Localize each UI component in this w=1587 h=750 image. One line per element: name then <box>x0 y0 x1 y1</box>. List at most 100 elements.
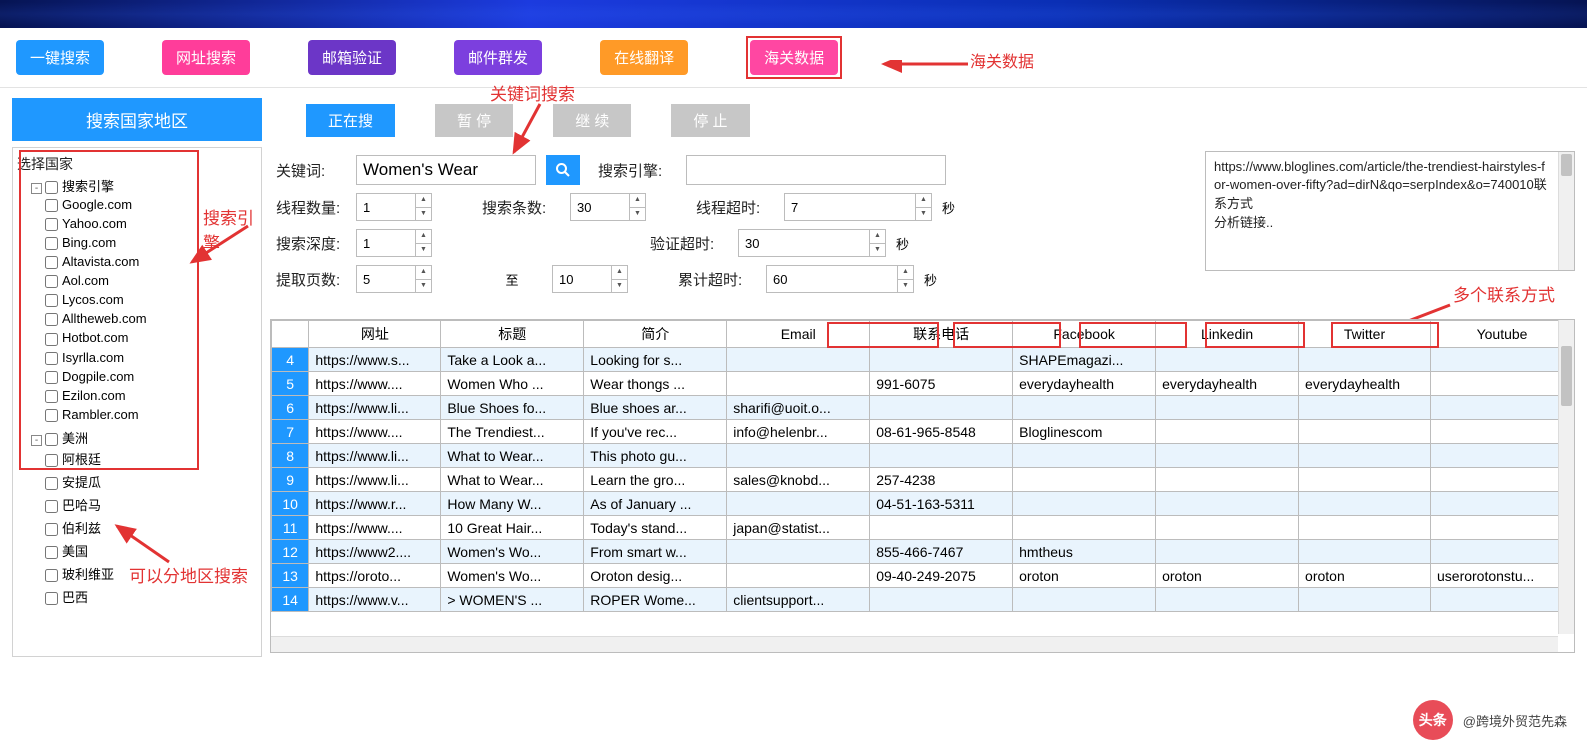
table-row[interactable]: 4https://www.s...Take a Look a...Looking… <box>272 348 1574 372</box>
cell[interactable]: everydayhealth <box>1299 372 1431 396</box>
tree-engine-item[interactable]: Ezilon.com <box>45 386 257 405</box>
spin-verify-timeout[interactable]: ▲▼ <box>738 229 886 257</box>
cell[interactable]: sharifi@uoit.o... <box>727 396 870 420</box>
table-row[interactable]: 10https://www.r...How Many W...As of Jan… <box>272 492 1574 516</box>
nav-translate[interactable]: 在线翻译 <box>600 40 688 75</box>
chk-engine[interactable] <box>45 275 58 288</box>
cell[interactable]: 04-51-163-5311 <box>870 492 1013 516</box>
cell[interactable]: Learn the gro... <box>584 468 727 492</box>
col-header[interactable]: 网址 <box>309 321 441 348</box>
row-num[interactable]: 8 <box>272 444 309 468</box>
cell[interactable] <box>1156 540 1299 564</box>
collapse-icon[interactable]: - <box>31 435 42 446</box>
tree-region-item[interactable]: 阿根廷 <box>45 447 257 470</box>
btn-resume[interactable]: 继 续 <box>553 104 631 137</box>
cell[interactable] <box>870 588 1013 612</box>
cell[interactable]: https://www2.... <box>309 540 441 564</box>
input-thread-timeout[interactable] <box>785 194 915 220</box>
cell[interactable] <box>1013 492 1156 516</box>
chk-engine[interactable] <box>45 218 58 231</box>
col-header[interactable]: Youtube <box>1431 321 1574 348</box>
input-threads[interactable] <box>357 194 415 220</box>
row-num[interactable]: 5 <box>272 372 309 396</box>
cell[interactable]: This photo gu... <box>584 444 727 468</box>
btn-pause[interactable]: 暂 停 <box>435 104 513 137</box>
cell[interactable]: https://www.... <box>309 372 441 396</box>
chk-region[interactable] <box>45 592 58 605</box>
tree-engine-item[interactable]: Isyrlla.com <box>45 348 257 367</box>
col-header[interactable]: Twitter <box>1299 321 1431 348</box>
cell[interactable] <box>1156 468 1299 492</box>
chk-engine[interactable] <box>45 313 58 326</box>
log-box[interactable]: https://www.bloglines.com/article/the-tr… <box>1205 151 1575 271</box>
cell[interactable] <box>1431 396 1574 420</box>
cell[interactable]: 08-61-965-8548 <box>870 420 1013 444</box>
cell[interactable] <box>1156 444 1299 468</box>
cell[interactable]: oroton <box>1156 564 1299 588</box>
cell[interactable] <box>1431 372 1574 396</box>
cell[interactable] <box>1299 348 1431 372</box>
table-row[interactable]: 12https://www2....Women's Wo...From smar… <box>272 540 1574 564</box>
cell[interactable]: hmtheus <box>1013 540 1156 564</box>
cell[interactable]: 257-4238 <box>870 468 1013 492</box>
row-num[interactable]: 11 <box>272 516 309 540</box>
cell[interactable]: The Trendiest... <box>441 420 584 444</box>
chk-region[interactable] <box>45 569 58 582</box>
table-vscrollbar[interactable] <box>1558 320 1574 634</box>
cell[interactable] <box>727 564 870 588</box>
input-verify-timeout[interactable] <box>739 230 869 256</box>
tree-region-item[interactable]: 巴哈马 <box>45 493 257 516</box>
spin-depth[interactable]: ▲▼ <box>356 229 432 257</box>
cell[interactable]: How Many W... <box>441 492 584 516</box>
cell[interactable] <box>1299 468 1431 492</box>
cell[interactable]: Wear thongs ... <box>584 372 727 396</box>
col-header[interactable]: 标题 <box>441 321 584 348</box>
cell[interactable] <box>1156 396 1299 420</box>
cell[interactable] <box>1299 396 1431 420</box>
spin-thread-timeout[interactable]: ▲▼ <box>784 193 932 221</box>
tree-region-item[interactable]: 玻利维亚 <box>45 562 257 585</box>
chk-engine[interactable] <box>45 294 58 307</box>
table-row[interactable]: 7https://www....The Trendiest...If you'v… <box>272 420 1574 444</box>
cell[interactable]: https://oroto... <box>309 564 441 588</box>
tree-engine-item[interactable]: Yahoo.com <box>45 214 257 233</box>
spin-pages-from[interactable]: ▲▼ <box>356 265 432 293</box>
cell[interactable] <box>1431 516 1574 540</box>
tree-engine-item[interactable]: Google.com <box>45 195 257 214</box>
cell[interactable] <box>727 348 870 372</box>
cell[interactable]: https://www.... <box>309 420 441 444</box>
collapse-icon[interactable]: - <box>31 183 42 194</box>
cell[interactable]: SHAPEmagazi... <box>1013 348 1156 372</box>
tree-region-item[interactable]: 伯利兹 <box>45 516 257 539</box>
cell[interactable]: Oroton desig... <box>584 564 727 588</box>
tree-engine-item[interactable]: Alltheweb.com <box>45 309 257 328</box>
tree-engine-item[interactable]: Altavista.com <box>45 252 257 271</box>
cell[interactable] <box>1431 444 1574 468</box>
chk-region[interactable] <box>45 477 58 490</box>
table-row[interactable]: 14https://www.v...> WOMEN'S ...ROPER Wom… <box>272 588 1574 612</box>
cell[interactable] <box>870 516 1013 540</box>
chk-engine-group[interactable] <box>45 181 58 194</box>
row-num[interactable]: 6 <box>272 396 309 420</box>
cell[interactable] <box>1299 516 1431 540</box>
cell[interactable]: https://www.s... <box>309 348 441 372</box>
cell[interactable]: 991-6075 <box>870 372 1013 396</box>
chk-engine[interactable] <box>45 199 58 212</box>
col-header[interactable]: 联系电话 <box>870 321 1013 348</box>
cell[interactable]: Looking for s... <box>584 348 727 372</box>
cell[interactable] <box>870 348 1013 372</box>
cell[interactable]: https://www.li... <box>309 468 441 492</box>
cell[interactable]: From smart w... <box>584 540 727 564</box>
cell[interactable] <box>1013 516 1156 540</box>
cell[interactable] <box>1299 492 1431 516</box>
col-header[interactable]: Facebook <box>1013 321 1156 348</box>
cell[interactable]: Women's Wo... <box>441 540 584 564</box>
tree-region-group[interactable]: -美洲 阿根廷安提瓜巴哈马伯利兹美国玻利维亚巴西 <box>31 426 257 610</box>
cell[interactable] <box>1299 540 1431 564</box>
cell[interactable]: japan@statist... <box>727 516 870 540</box>
input-engine[interactable] <box>686 155 946 185</box>
cell[interactable]: 09-40-249-2075 <box>870 564 1013 588</box>
cell[interactable]: https://www.... <box>309 516 441 540</box>
chk-region[interactable] <box>45 523 58 536</box>
cell[interactable]: ROPER Wome... <box>584 588 727 612</box>
